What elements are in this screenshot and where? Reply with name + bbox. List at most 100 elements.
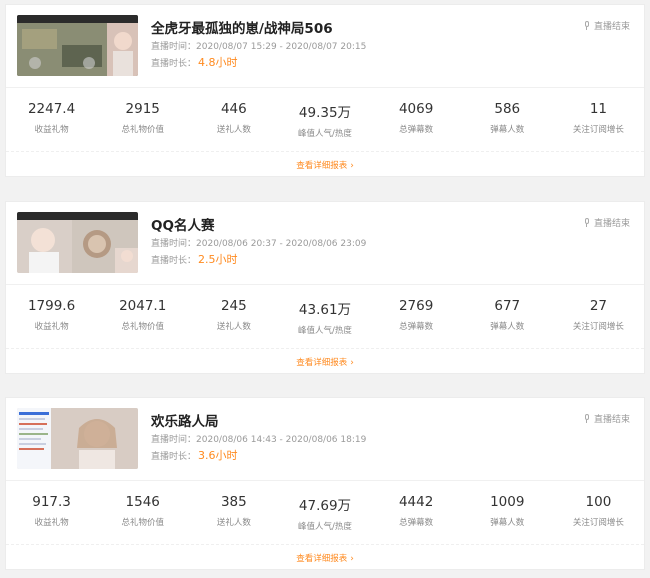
stat-value: 586 [494, 101, 521, 117]
view-report-link[interactable]: 查看详细报表 › [6, 356, 644, 368]
stat-label: 总礼物价值 [121, 322, 164, 332]
stats-row: 2247.4 收益礼物 2915 总礼物价值 446 送礼人数 49.35万 峰值人气/… [6, 93, 644, 145]
time-range: 2020/08/06 20:37 - 2020/08/06 23:09 [196, 239, 367, 249]
stat-label: 关注订阅增长 [572, 125, 624, 135]
stat-follow-growth: 11 关注订阅增长 [553, 93, 644, 145]
stat-label: 总弹幕数 [399, 518, 434, 528]
chevron-right-icon: › [350, 161, 354, 171]
stat-label: 总弹幕数 [399, 125, 434, 135]
divider [6, 87, 644, 88]
stat-follow-growth: 27 关注订阅增长 [553, 290, 644, 342]
stat-value: 446 [220, 101, 247, 117]
divider [6, 480, 644, 481]
time-label: 直播时间： [151, 42, 197, 52]
stream-thumbnail[interactable] [17, 408, 138, 469]
stat-total-danmaku: 2769 总弹幕数 [371, 290, 462, 342]
divider [6, 348, 644, 349]
session-card: 全虎牙最孤独的崽/战神局506 直播时间：2020/08/07 15:29 - … [5, 4, 645, 177]
stat-gift-income: 2247.4 收益礼物 [6, 93, 97, 145]
status-badge: 直播结束 [584, 19, 630, 32]
status-badge: 直播结束 [584, 412, 630, 425]
stat-label: 弹幕人数 [490, 518, 525, 528]
stat-value: 49.35万 [298, 105, 352, 121]
chevron-right-icon: › [350, 554, 354, 564]
chevron-right-icon: › [350, 358, 354, 368]
stat-label: 总弹幕数 [399, 322, 434, 332]
status-badge: 直播结束 [584, 216, 630, 229]
stat-total-gift-value: 2047.1 总礼物价值 [97, 290, 188, 342]
duration-value: 4.8小时 [198, 56, 238, 69]
stat-label: 弹幕人数 [490, 322, 525, 332]
stat-label: 收益礼物 [34, 322, 69, 332]
duration-label: 直播时长： [151, 59, 197, 69]
stat-gifters: 385 送礼人数 [188, 486, 279, 538]
status-label: 直播结束 [593, 415, 630, 425]
stat-value: 677 [494, 298, 521, 314]
duration-value: 2.5小时 [198, 253, 238, 266]
duration-row: 直播时长： 4.8小时 [151, 54, 238, 70]
stat-value: 1009 [490, 494, 525, 510]
stat-value: 1799.6 [27, 298, 76, 314]
stat-value: 2769 [398, 298, 434, 314]
session-title: 全虎牙最孤独的崽/战神局506 [151, 21, 333, 37]
stat-value: 43.61万 [298, 302, 352, 318]
stat-value: 917.3 [32, 494, 71, 510]
report-label: 查看详细报表 [296, 161, 348, 171]
mic-icon [584, 20, 590, 31]
stat-value: 11 [589, 101, 607, 117]
duration-label: 直播时长： [151, 256, 197, 266]
stat-label: 总礼物价值 [121, 125, 164, 135]
stat-peak-popularity: 43.61万 峰值人气/热度 [279, 290, 370, 342]
stat-danmaku-users: 1009 弹幕人数 [462, 486, 553, 538]
stream-thumbnail[interactable] [17, 15, 138, 76]
stat-label: 峰值人气/热度 [298, 522, 352, 532]
stat-label: 收益礼物 [34, 518, 69, 528]
stat-value: 385 [220, 494, 247, 510]
stat-gift-income: 917.3 收益礼物 [6, 486, 97, 538]
stat-value: 2047.1 [119, 298, 167, 314]
time-range: 2020/08/06 14:43 - 2020/08/06 18:19 [196, 435, 367, 445]
stat-value: 2247.4 [27, 101, 76, 117]
stat-label: 关注订阅增长 [572, 518, 624, 528]
session-title: 欢乐路人局 [151, 414, 219, 430]
stat-danmaku-users: 586 弹幕人数 [462, 93, 553, 145]
report-label: 查看详细报表 [296, 554, 348, 564]
stat-gifters: 245 送礼人数 [188, 290, 279, 342]
stat-value: 100 [585, 494, 612, 510]
stats-row: 1799.6 收益礼物 2047.1 总礼物价值 245 送礼人数 43.61万 峰值人… [6, 290, 644, 342]
stat-total-danmaku: 4442 总弹幕数 [371, 486, 462, 538]
stream-thumbnail[interactable] [17, 212, 138, 273]
session-title: QQ名人赛 [151, 218, 215, 234]
time-row: 直播时间：2020/08/07 15:29 - 2020/08/07 20:15 [151, 39, 366, 52]
divider [6, 284, 644, 285]
stat-value: 1546 [125, 494, 160, 510]
stat-peak-popularity: 47.69万峰值人气/热度 [279, 486, 370, 538]
stat-value: 27 [589, 298, 607, 314]
stat-total-gift-value: 1546 总礼物价值 [97, 486, 188, 538]
stats-row: 917.3 收益礼物 1546 总礼物价值 385 送礼人数 47.69万峰值人气/热… [6, 486, 644, 538]
stat-peak-popularity: 49.35万 峰值人气/热度 [279, 93, 370, 145]
time-label: 直播时间： [151, 239, 197, 249]
mic-icon [584, 413, 590, 424]
stat-label: 关注订阅增长 [572, 322, 624, 332]
stat-danmaku-users: 677 弹幕人数 [462, 290, 553, 342]
view-report-link[interactable]: 查看详细报表 › [6, 159, 644, 171]
stat-value: 245 [220, 298, 247, 314]
divider [6, 544, 644, 545]
stat-value: 4069 [398, 101, 434, 117]
time-label: 直播时间： [151, 435, 197, 445]
stat-follow-growth: 100 关注订阅增长 [553, 486, 644, 538]
stat-label: 收益礼物 [34, 125, 69, 135]
duration-row: 直播时长： 2.5小时 [151, 251, 238, 267]
stat-label: 总礼物价值 [121, 518, 164, 528]
stat-label: 送礼人数 [216, 125, 251, 135]
duration-label: 直播时长： [151, 452, 197, 462]
stat-value: 4442 [398, 494, 434, 510]
report-label: 查看详细报表 [296, 358, 348, 368]
view-report-link[interactable]: 查看详细报表 › [6, 552, 644, 564]
stat-label: 送礼人数 [216, 518, 251, 528]
stat-value: 47.69万 [298, 498, 352, 514]
divider [6, 151, 644, 152]
stat-gifters: 446 送礼人数 [188, 93, 279, 145]
time-row: 直播时间：2020/08/06 14:43 - 2020/08/06 18:19 [151, 432, 366, 445]
